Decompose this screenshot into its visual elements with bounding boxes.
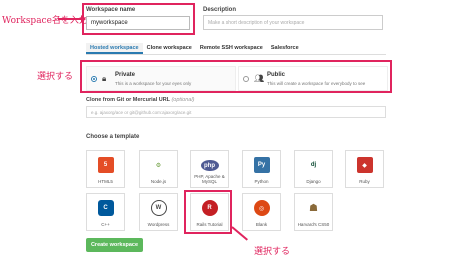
ubuntu-icon: ◎ [253, 200, 270, 216]
workspace-name-label: Workspace name [86, 7, 136, 13]
template-cs50[interactable]: ☗ Harvard's CS50 [294, 193, 333, 231]
template-name: Harvard's CS50 [297, 222, 330, 227]
template-name: Blank [255, 222, 268, 227]
nodejs-icon: ⚙ [155, 162, 162, 169]
public-description: This will create a workspace for everybo… [267, 81, 366, 86]
rails-template-highlight [184, 190, 232, 234]
template-blank[interactable]: ◎ Blank [242, 193, 281, 231]
html5-icon: 5 [97, 157, 114, 173]
template-cpp[interactable]: C C++ [86, 193, 125, 231]
wordpress-icon: W [150, 200, 167, 216]
create-workspace-button[interactable]: Create workspace [86, 238, 143, 252]
cpp-icon: C [97, 200, 114, 216]
template-wordpress[interactable]: W Wordpress [139, 193, 178, 231]
annotation-select-privacy: 選択する [37, 72, 74, 82]
description-input[interactable]: Make a short description of your workspa… [203, 15, 383, 30]
template-html5[interactable]: 5 HTML5 [86, 150, 125, 188]
tab-hosted-workspace[interactable]: Hosted workspace [86, 43, 143, 54]
private-option[interactable]: 🔒︎ Private This is a workspace for your … [86, 66, 236, 91]
workspace-type-tabs: Hosted workspace Clone workspace Remote … [86, 43, 386, 55]
clone-url-label: Clone from Git or Mercurial URL (optiona… [86, 97, 194, 103]
template-name: Ruby [359, 179, 370, 184]
clone-url-optional: (optional) [171, 97, 195, 103]
template-name: Wordpress [147, 222, 170, 227]
workspace-name-input[interactable]: myworkspace [86, 16, 190, 30]
tab-remote-ssh-workspace[interactable]: Remote SSH workspace [196, 43, 267, 54]
template-name: C++ [101, 222, 110, 227]
annotation-select-template: 選択する [254, 247, 291, 257]
django-icon: dj [310, 162, 317, 168]
annotation-arrow-icon [58, 15, 86, 23]
lock-icon: 🔒︎ [102, 74, 107, 83]
cs50-icon: ☗ [309, 202, 318, 214]
private-description: This is a workspace for your eyes only [115, 81, 192, 86]
private-radio[interactable] [91, 76, 97, 82]
public-option[interactable]: 👥︎ Public This will create a workspace f… [238, 66, 388, 91]
php-icon: php [200, 160, 219, 171]
description-label: Description [203, 7, 237, 13]
tab-clone-workspace[interactable]: Clone workspace [143, 43, 196, 54]
template-php[interactable]: php PHP, Apache & MySQL [190, 150, 229, 188]
choose-template-label: Choose a template [86, 134, 140, 140]
template-name: HTML5 [98, 179, 113, 184]
template-django[interactable]: dj Django [294, 150, 333, 188]
clone-url-input[interactable]: e.g. ajaxorg/ace or git@github.com:ajaxo… [86, 106, 386, 118]
privacy-options: 🔒︎ Private This is a workspace for your … [80, 60, 392, 93]
private-title: Private [115, 72, 136, 78]
ruby-icon: ◆ [356, 157, 373, 173]
users-icon: 👥︎ [254, 74, 265, 83]
public-radio[interactable] [243, 76, 249, 82]
tab-salesforce[interactable]: Salesforce [267, 43, 303, 54]
template-name: Python [254, 179, 269, 184]
public-title: Public [267, 72, 286, 78]
template-name: PHP, Apache & MySQL [194, 174, 225, 184]
template-python[interactable]: Py Python [242, 150, 281, 188]
clone-url-label-text: Clone from Git or Mercurial URL [86, 97, 170, 103]
template-name: Django [306, 179, 321, 184]
template-nodejs[interactable]: ⚙ Node.js [139, 150, 178, 188]
template-ruby[interactable]: ◆ Ruby [345, 150, 384, 188]
python-icon: Py [253, 157, 270, 173]
template-name: Node.js [150, 179, 167, 184]
